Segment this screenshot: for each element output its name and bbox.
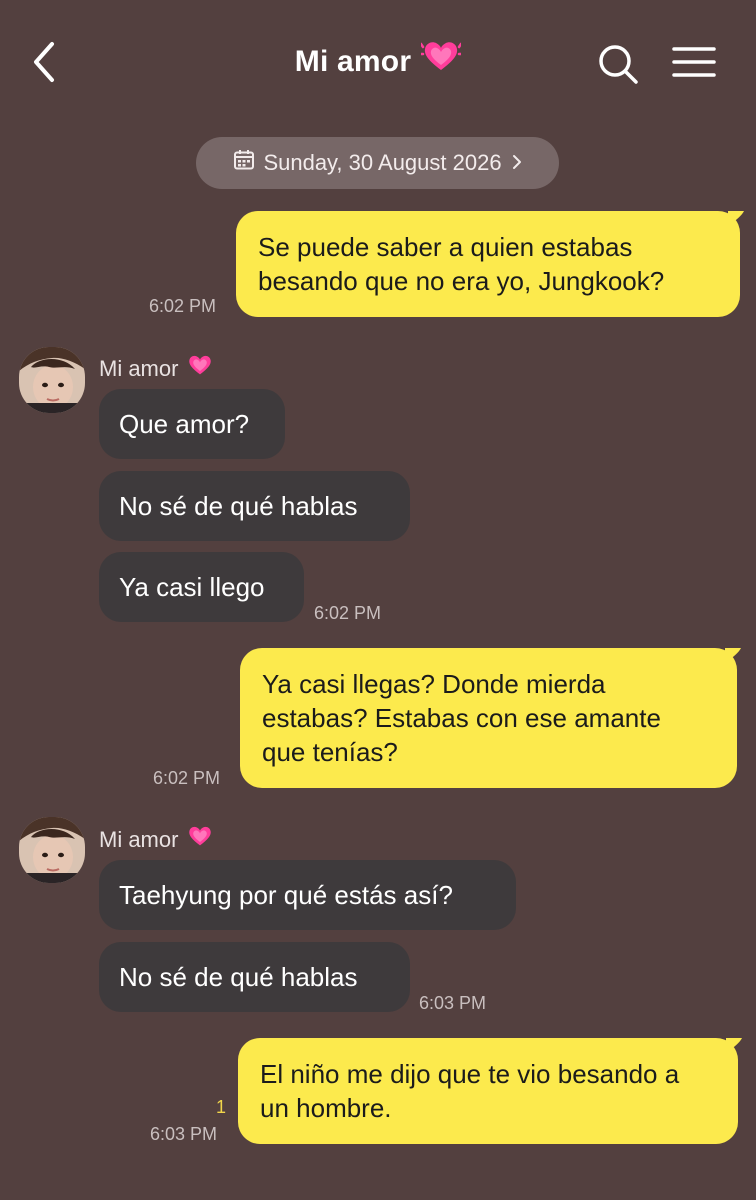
chat-header: Mi amor: [0, 0, 756, 130]
incoming-message-bubble[interactable]: Ya casi llego: [99, 552, 304, 622]
incoming-message-bubble[interactable]: Que amor?: [99, 389, 285, 459]
avatar[interactable]: [19, 347, 85, 413]
heart-emoji: [418, 38, 464, 82]
message-text: Ya casi llegas? Donde mierda estabas? Es…: [262, 669, 661, 767]
chat-title-container[interactable]: Mi amor: [0, 42, 756, 82]
outgoing-message-bubble[interactable]: El niño me dijo que te vio besando a un …: [238, 1038, 738, 1144]
unread-count: 1: [216, 1097, 227, 1117]
sender-name: Mi amor: [99, 827, 179, 852]
message-time: 6:03 PM: [419, 993, 487, 1013]
sender-name: Mi amor: [99, 356, 179, 381]
incoming-message-bubble[interactable]: No sé de qué hablas: [99, 942, 410, 1012]
date-label: Sunday, 30 August 2026: [263, 150, 502, 175]
bubble-tail: [728, 211, 744, 225]
chat-title: Mi amor: [294, 44, 412, 78]
bubble-tail: [725, 648, 741, 662]
message-text: No sé de qué hablas: [119, 491, 358, 521]
chevron-right-icon: [512, 150, 522, 176]
message-text: Se puede saber a quien estabas besando q…: [258, 232, 665, 296]
incoming-message-bubble[interactable]: No sé de qué hablas: [99, 471, 410, 541]
message-text: Taehyung por qué estás así?: [119, 880, 453, 910]
message-text: Que amor?: [119, 409, 250, 439]
menu-button[interactable]: [668, 40, 720, 88]
message-time: 6:02 PM: [153, 768, 221, 788]
message-text: No sé de qué hablas: [119, 962, 358, 992]
message-time: 6:03 PM: [150, 1124, 218, 1144]
sender-name-container: Mi amor: [99, 827, 214, 854]
incoming-message-bubble[interactable]: Taehyung por qué estás así?: [99, 860, 516, 930]
outgoing-message-bubble[interactable]: Se puede saber a quien estabas besando q…: [236, 211, 740, 317]
heart-emoji: [186, 353, 214, 383]
date-chip[interactable]: Sunday, 30 August 2026: [196, 137, 559, 189]
search-button[interactable]: [594, 40, 642, 88]
message-time: 6:02 PM: [314, 603, 382, 623]
sender-name-container: Mi amor: [99, 356, 214, 383]
outgoing-message-bubble[interactable]: Ya casi llegas? Donde mierda estabas? Es…: [240, 648, 737, 788]
avatar[interactable]: [19, 817, 85, 883]
message-text: El niño me dijo que te vio besando a un …: [260, 1059, 680, 1123]
message-text: Ya casi llego: [119, 572, 265, 602]
heart-emoji: [186, 824, 214, 854]
search-icon: [599, 45, 638, 84]
message-time: 6:02 PM: [149, 296, 217, 316]
calendar-icon: [233, 149, 255, 177]
bubble-tail: [726, 1038, 742, 1052]
menu-icon: [672, 47, 716, 77]
